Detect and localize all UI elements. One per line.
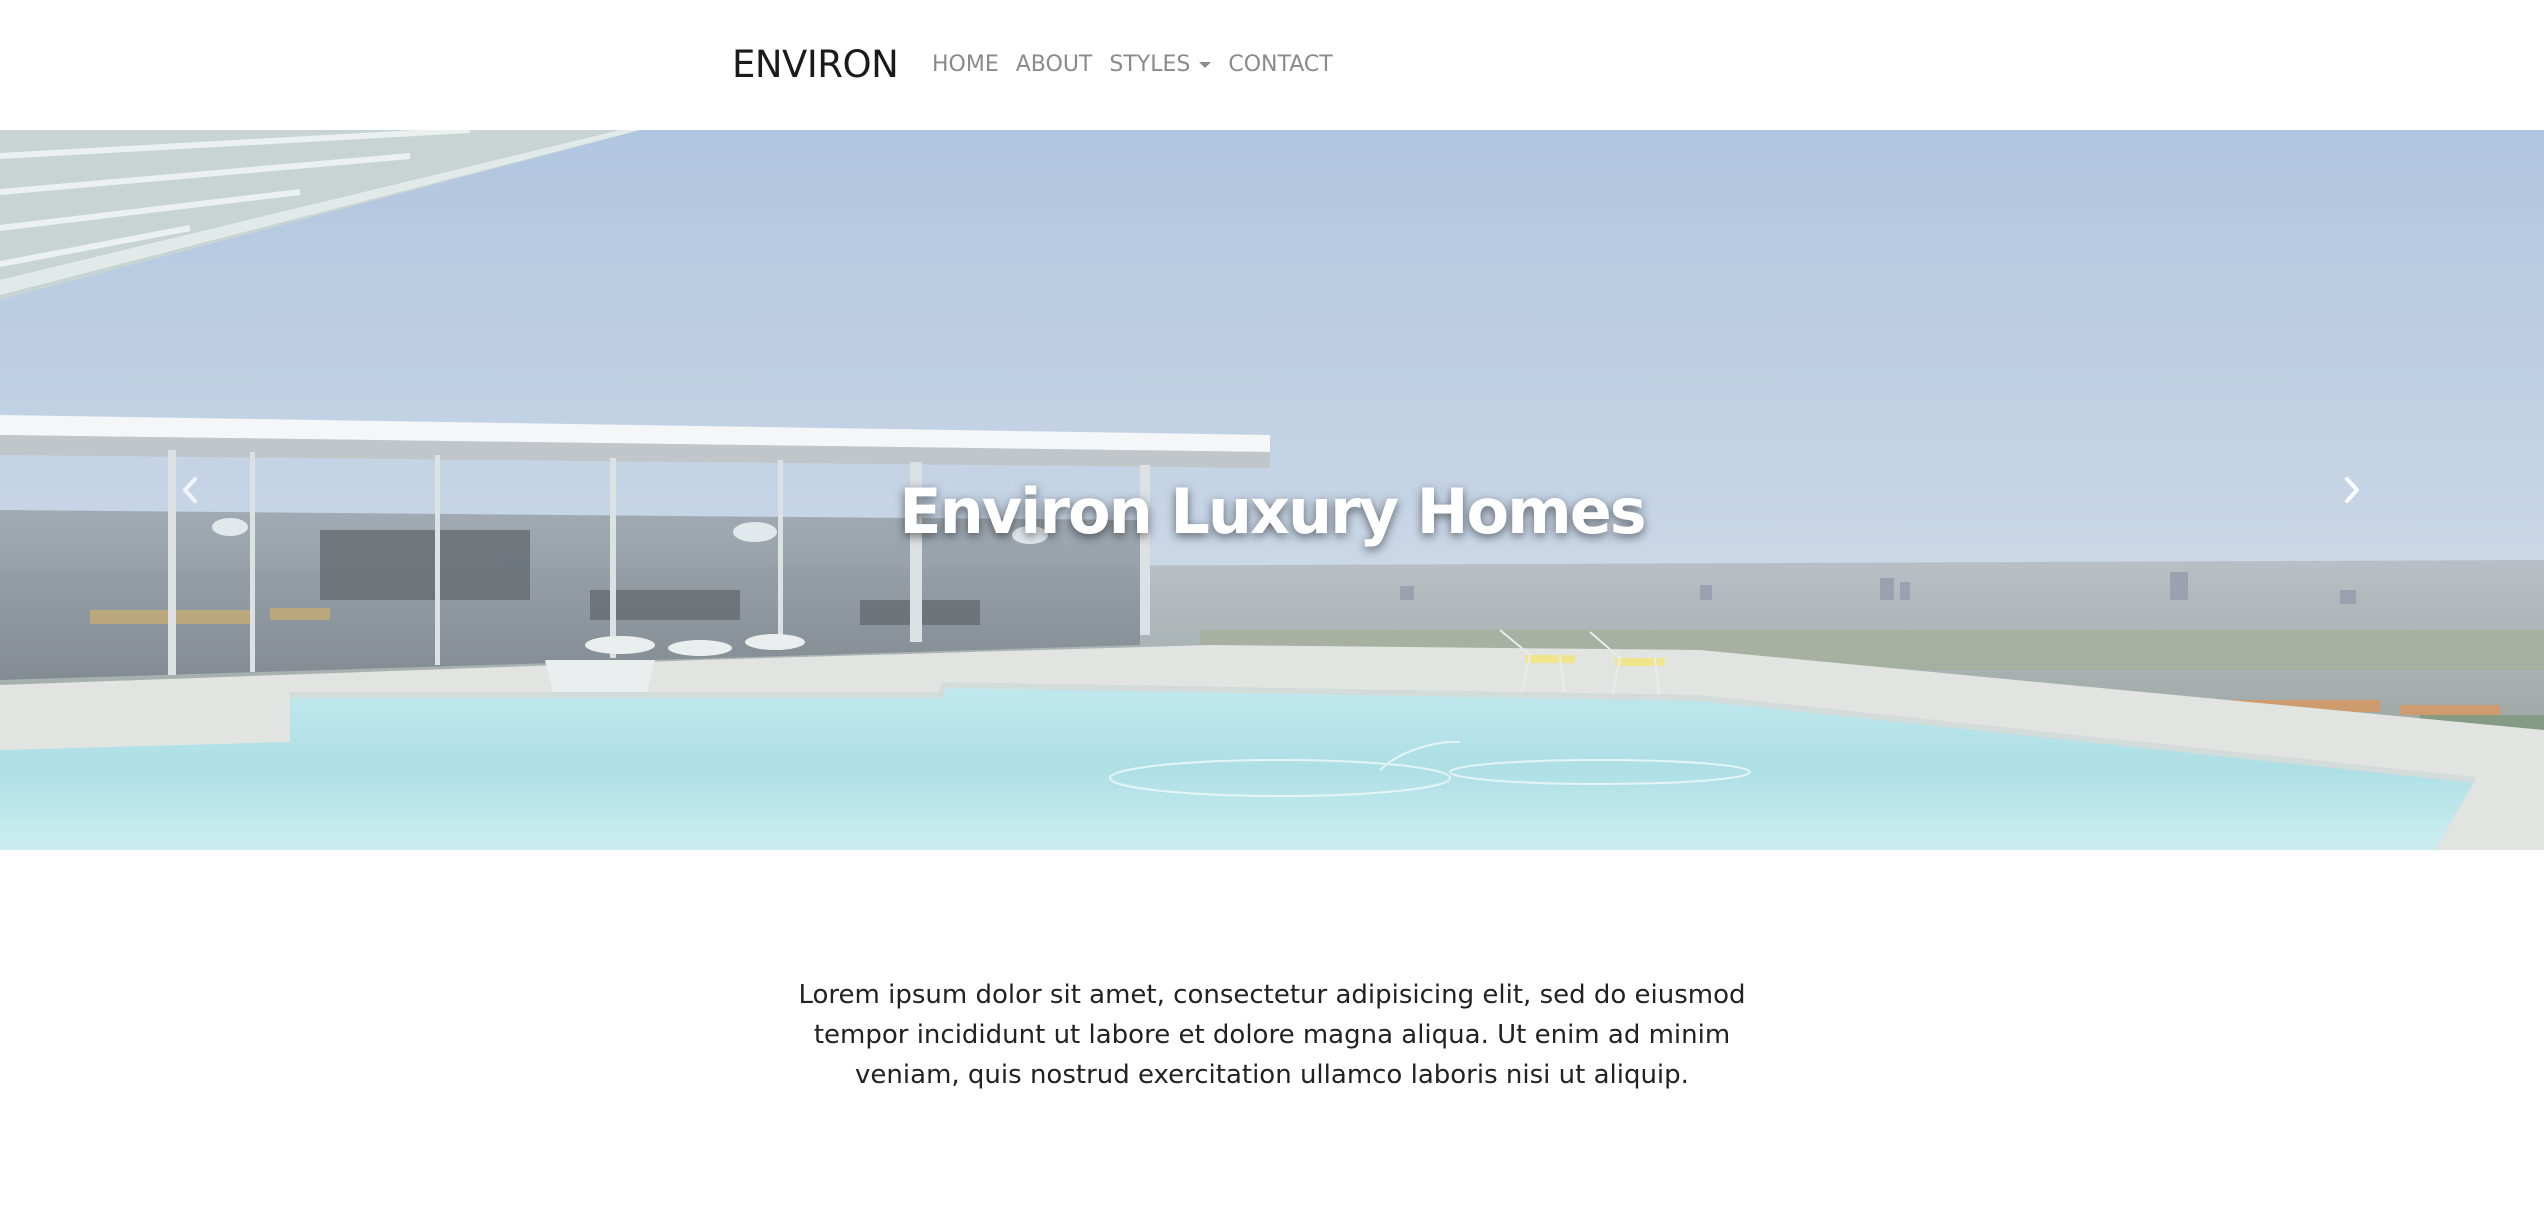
nav-item-home: HOME (932, 48, 999, 82)
nav-link-about[interactable]: ABOUT (1016, 48, 1093, 82)
brand-logo[interactable]: ENVIRON (732, 38, 899, 92)
navbar: ENVIRON HOME ABOUT STYLES CONTACT (0, 0, 2544, 130)
carousel-next-button[interactable] (2332, 465, 2372, 515)
chevron-right-icon (2345, 477, 2359, 503)
chevron-left-icon (183, 477, 197, 503)
nav-link-home-label: HOME (932, 52, 999, 77)
nav-link-contact[interactable]: CONTACT (1228, 48, 1332, 82)
hero-title: Environ Luxury Homes (899, 474, 1646, 548)
nav-link-styles-dropdown[interactable]: STYLES (1109, 48, 1212, 82)
hero-carousel: Environ Luxury Homes (0, 130, 2544, 850)
nav-item-contact: CONTACT (1228, 48, 1332, 82)
carousel-prev-button[interactable] (170, 465, 210, 515)
caret-down-icon (1199, 62, 1212, 68)
nav-link-home[interactable]: HOME (932, 48, 999, 82)
nav-link-about-label: ABOUT (1015, 52, 1093, 77)
nav-link-styles-label: STYLES (1109, 52, 1191, 77)
nav-item-styles: STYLES (1109, 48, 1212, 82)
nav-item-about: ABOUT (1016, 48, 1093, 82)
intro-paragraph: Lorem ipsum dolor sit amet, consectetur … (798, 980, 1746, 1090)
page: ENVIRON HOME ABOUT STYLES CONTACT Enviro… (0, 0, 2544, 1223)
main-nav: HOME ABOUT STYLES CONTACT (932, 48, 1333, 82)
nav-link-contact-label: CONTACT (1228, 52, 1333, 77)
